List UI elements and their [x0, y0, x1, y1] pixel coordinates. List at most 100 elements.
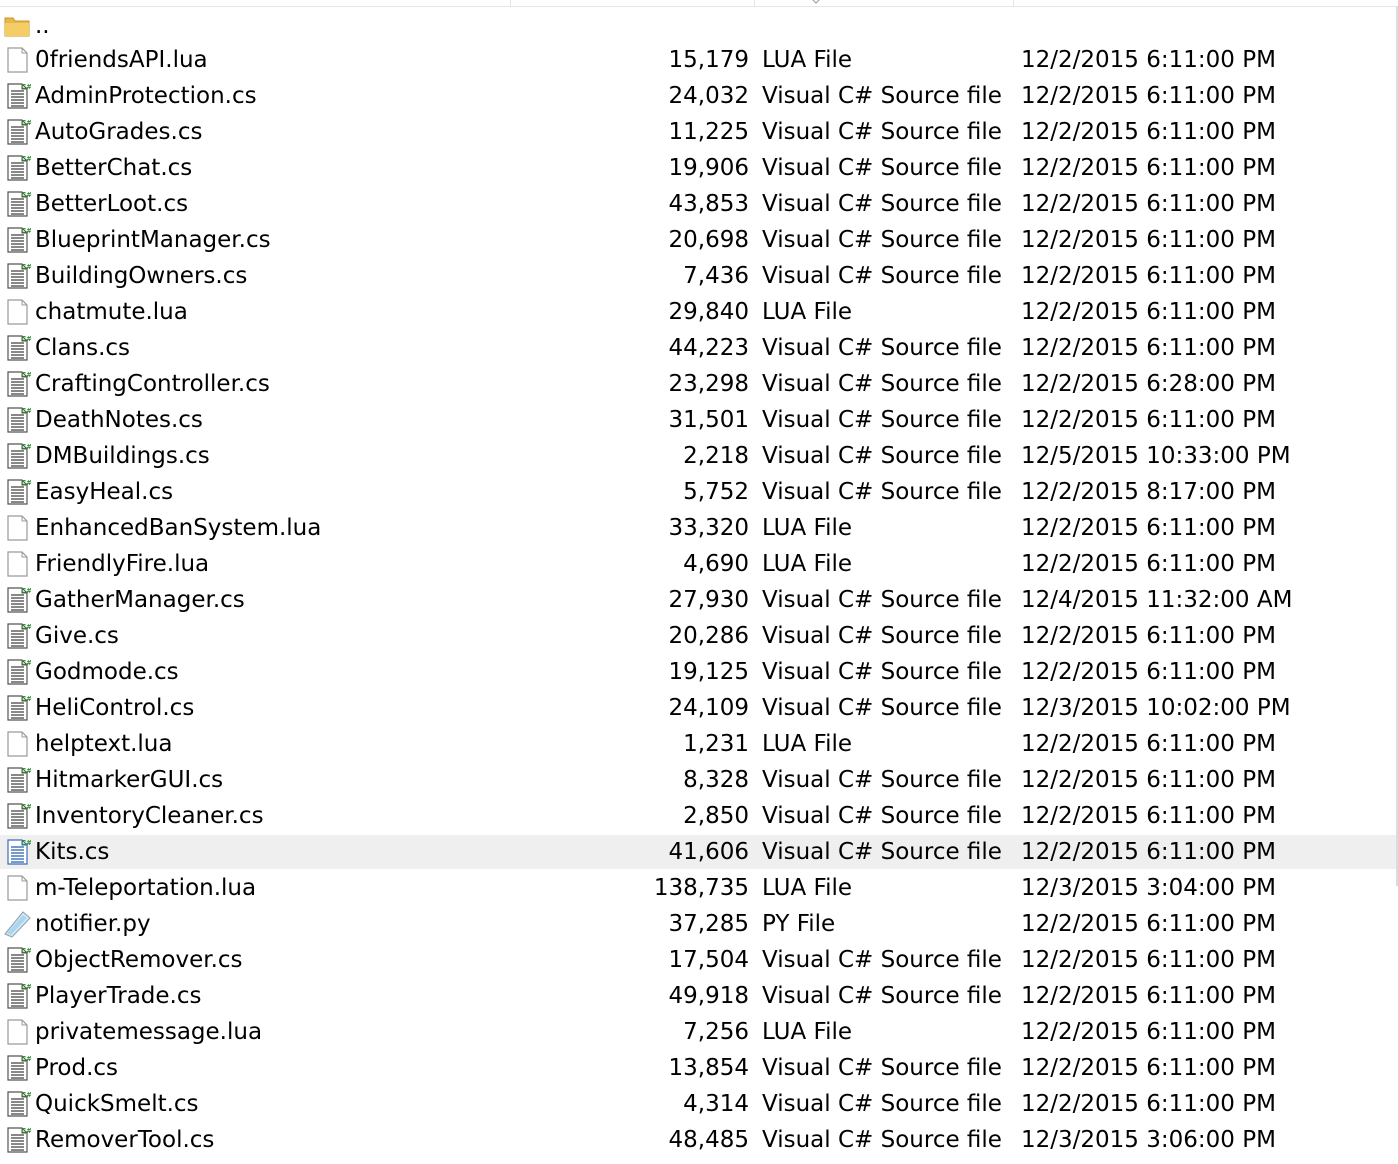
file-type: Visual C# Source file — [762, 155, 1002, 181]
file-type: Visual C# Source file — [762, 767, 1002, 793]
file-type: Visual C# Source file — [762, 407, 1002, 433]
file-row[interactable]: C# DeathNotes.cs 31,501 Visual C# Source fi… — [0, 403, 1396, 437]
file-type: Visual C# Source file — [762, 479, 1002, 505]
svg-text:C#: C# — [21, 623, 31, 631]
file-row[interactable]: m-Teleportation.lua 138,735 LUA File 12/3/2… — [0, 871, 1396, 905]
file-type: Visual C# Source file — [762, 839, 1002, 865]
parent-folder-row[interactable]: .. — [0, 9, 1396, 43]
svg-text:C#: C# — [21, 803, 31, 811]
file-row[interactable]: C# QuickSmelt.cs 4,314 Visual C# Source fil… — [0, 1087, 1396, 1121]
file-name: EnhancedBanSystem.lua — [35, 515, 322, 541]
blank-file-icon — [3, 730, 31, 758]
file-name: notifier.py — [35, 911, 151, 937]
csharp-file-icon: C# — [3, 82, 32, 110]
file-row[interactable]: C# PlayerTrade.cs 49,918 Visual C# Source f… — [0, 979, 1396, 1013]
file-row[interactable]: C# CraftingController.cs 23,298 Visual C# S… — [0, 367, 1396, 401]
file-row[interactable]: helptext.lua 1,231 LUA File 12/2/2015 6:11:… — [0, 727, 1396, 761]
file-date-modified: 12/4/2015 11:32:00 AM — [1021, 587, 1293, 613]
sort-caret-icon — [812, 0, 820, 4]
file-type: Visual C# Source file — [762, 1091, 1002, 1117]
file-row[interactable]: C# BetterLoot.cs 43,853 Visual C# Source fi… — [0, 187, 1396, 221]
file-size: 17,504 — [668, 947, 749, 973]
csharp-file-icon: C# — [3, 370, 32, 398]
file-row[interactable]: C# Prod.cs 13,854 Visual C# Source file 12/2… — [0, 1051, 1396, 1085]
file-name: BlueprintManager.cs — [35, 227, 271, 253]
file-type: LUA File — [762, 47, 853, 73]
file-type: Visual C# Source file — [762, 1127, 1002, 1153]
file-date-modified: 12/3/2015 3:06:00 PM — [1021, 1127, 1276, 1153]
svg-text:C#: C# — [21, 83, 31, 91]
file-name: HitmarkerGUI.cs — [35, 767, 224, 793]
file-row[interactable]: C# HitmarkerGUI.cs 8,328 Visual C# Source f… — [0, 763, 1396, 797]
file-date-modified: 12/2/2015 6:28:00 PM — [1021, 371, 1276, 397]
file-size: 29,840 — [668, 299, 749, 325]
file-size: 4,314 — [683, 1091, 749, 1117]
svg-text:C#: C# — [21, 263, 31, 271]
file-row[interactable]: C# BuildingOwners.cs 7,436 Visual C# Source… — [0, 259, 1396, 293]
file-size: 33,320 — [668, 515, 749, 541]
file-row[interactable]: C# BlueprintManager.cs 20,698 Visual C# Sou… — [0, 223, 1396, 257]
file-name: HeliControl.cs — [35, 695, 195, 721]
file-row[interactable]: C# AutoGrades.cs 11,225 Visual C# Source fi… — [0, 115, 1396, 149]
column-divider[interactable] — [510, 0, 511, 6]
file-row[interactable]: C# RemoverTool.cs 48,485 Visual C# Source f… — [0, 1123, 1396, 1157]
file-row[interactable]: C# InventoryCleaner.cs 2,850 Visual C# Sour… — [0, 799, 1396, 833]
csharp-file-icon: C# — [3, 478, 32, 506]
file-size: 138,735 — [653, 875, 749, 901]
file-name: helptext.lua — [35, 731, 173, 757]
csharp-file-icon: C# — [3, 154, 32, 182]
file-name: ObjectRemover.cs — [35, 947, 243, 973]
csharp-file-icon: C# — [3, 442, 32, 470]
csharp-file-icon: C# — [3, 946, 32, 974]
file-name: DeathNotes.cs — [35, 407, 203, 433]
column-divider[interactable] — [1013, 0, 1014, 6]
file-row[interactable]: chatmute.lua 29,840 LUA File 12/2/2015 6:11… — [0, 295, 1396, 329]
column-divider[interactable] — [754, 0, 755, 6]
csharp-file-icon: C# — [3, 1126, 32, 1154]
svg-text:C#: C# — [21, 407, 31, 415]
file-row[interactable]: C# EasyHeal.cs 5,752 Visual C# Source file 1… — [0, 475, 1396, 509]
python-file-icon — [3, 910, 31, 938]
file-row[interactable]: C# AdminProtection.cs 24,032 Visual C# Sour… — [0, 79, 1396, 113]
file-row[interactable]: privatemessage.lua 7,256 LUA File 12/2/2015… — [0, 1015, 1396, 1049]
file-size: 19,125 — [668, 659, 749, 685]
blank-file-icon — [3, 514, 31, 542]
svg-text:C#: C# — [21, 767, 31, 775]
file-size: 11,225 — [668, 119, 749, 145]
file-type: Visual C# Source file — [762, 335, 1002, 361]
file-size: 7,436 — [683, 263, 749, 289]
file-type: Visual C# Source file — [762, 119, 1002, 145]
file-row[interactable]: C# GatherManager.cs 27,930 Visual C# Source… — [0, 583, 1396, 617]
file-list[interactable]: .. 0friendsAPI.lua 15,179 LUA File 12/2/2015… — [0, 9, 1398, 1154]
file-name: FriendlyFire.lua — [35, 551, 210, 577]
file-date-modified: 12/5/2015 10:33:00 PM — [1021, 443, 1291, 469]
file-size: 31,501 — [668, 407, 749, 433]
file-row[interactable]: FriendlyFire.lua 4,690 LUA File 12/2/2015 6… — [0, 547, 1396, 581]
csharp-file-icon-selected: C# — [3, 838, 32, 866]
file-row[interactable]: C# Godmode.cs 19,125 Visual C# Source file 1… — [0, 655, 1396, 689]
file-row[interactable]: notifier.py 37,285 PY File 12/2/2015 6:11:0… — [0, 907, 1396, 941]
csharp-file-icon: C# — [3, 190, 32, 218]
file-date-modified: 12/2/2015 6:11:00 PM — [1021, 83, 1276, 109]
file-row[interactable]: C# Give.cs 20,286 Visual C# Source file 12/2… — [0, 619, 1396, 653]
svg-text:C#: C# — [21, 335, 31, 343]
file-size: 8,328 — [683, 767, 749, 793]
svg-text:C#: C# — [21, 119, 31, 127]
file-row[interactable]: C# Kits.cs 41,606 Visual C# Source file 12/2… — [0, 835, 1396, 869]
file-type: Visual C# Source file — [762, 443, 1002, 469]
file-row[interactable]: C# Clans.cs 44,223 Visual C# Source file 12/… — [0, 331, 1396, 365]
file-name: DMBuildings.cs — [35, 443, 210, 469]
column-header-bar[interactable] — [0, 0, 1398, 7]
file-row[interactable]: C# HeliControl.cs 24,109 Visual C# Source f… — [0, 691, 1396, 725]
svg-text:C#: C# — [21, 1091, 31, 1099]
file-row[interactable]: C# BetterChat.cs 19,906 Visual C# Source fi… — [0, 151, 1396, 185]
file-size: 49,918 — [668, 983, 749, 1009]
file-date-modified: 12/2/2015 6:11:00 PM — [1021, 983, 1276, 1009]
file-type: LUA File — [762, 875, 853, 901]
file-row[interactable]: EnhancedBanSystem.lua 33,320 LUA File 12/2/… — [0, 511, 1396, 545]
file-type: Visual C# Source file — [762, 623, 1002, 649]
file-row[interactable]: C# ObjectRemover.cs 17,504 Visual C# Source… — [0, 943, 1396, 977]
file-row[interactable]: 0friendsAPI.lua 15,179 LUA File 12/2/2015 6… — [0, 43, 1396, 77]
csharp-file-icon: C# — [3, 406, 32, 434]
file-row[interactable]: C# DMBuildings.cs 2,218 Visual C# Source fi… — [0, 439, 1396, 473]
